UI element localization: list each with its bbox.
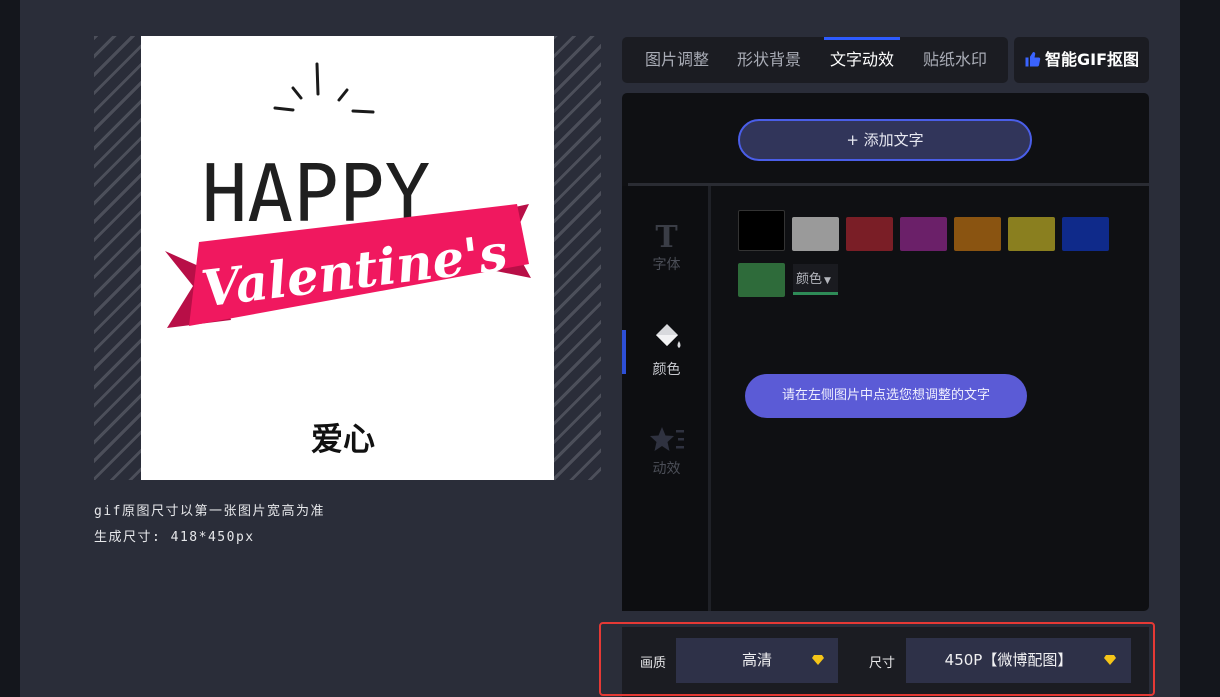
active-indicator — [622, 330, 626, 374]
valentine-image: HAPPY Valentine's 爱心 — [165, 62, 531, 458]
color-swatch[interactable] — [954, 217, 1001, 251]
star-icon — [649, 427, 684, 451]
font-icon: T — [655, 220, 678, 255]
side-item-color-label: 颜色 — [652, 362, 681, 378]
output-size: 生成尺寸: 418*450px — [94, 530, 255, 545]
color-dropdown[interactable]: 颜色 ▼ — [793, 264, 838, 295]
side-item-animation-label: 动效 — [652, 461, 681, 477]
highlight-box — [599, 622, 1155, 696]
side-item-color[interactable]: 颜色 — [622, 321, 711, 379]
color-swatch[interactable] — [1062, 217, 1109, 251]
color-swatch[interactable] — [738, 210, 785, 251]
color-swatch[interactable] — [1008, 217, 1055, 251]
color-swatch[interactable] — [738, 263, 785, 297]
paint-bucket-icon — [655, 324, 680, 348]
side-menu: T 字体 颜色 动效 — [622, 186, 711, 611]
add-text-button[interactable]: + 添加文字 — [738, 119, 1032, 161]
editor-tabs: 图片调整 形状背景 文字动效 贴纸水印 — [622, 37, 1008, 83]
side-item-font-label: 字体 — [652, 257, 681, 273]
color-swatch[interactable] — [792, 217, 839, 251]
thumbs-up-icon — [1025, 52, 1041, 67]
aixin-text[interactable]: 爱心 — [311, 420, 375, 458]
size-note: gif原图尺寸以第一张图片宽高为准 — [94, 504, 325, 519]
rays-decoration — [273, 62, 375, 114]
tab-shape-background[interactable]: 形状背景 — [722, 37, 816, 83]
tab-image-adjust[interactable]: 图片调整 — [630, 37, 724, 83]
color-dropdown-label: 颜色 — [796, 272, 823, 287]
color-swatch[interactable] — [846, 217, 893, 251]
tab-sticker-watermark[interactable]: 贴纸水印 — [908, 37, 1002, 83]
hint-toast: 请在左侧图片中点选您想调整的文字 — [745, 374, 1027, 418]
caret-down-icon: ▼ — [824, 276, 831, 286]
smart-gif-cutout-button[interactable]: 智能GIF抠图 — [1014, 37, 1149, 83]
color-swatch[interactable] — [900, 217, 947, 251]
side-item-animation[interactable]: 动效 — [622, 426, 711, 478]
preview-canvas[interactable]: HAPPY Valentine's 爱心 — [141, 36, 554, 480]
tab-text-effects[interactable]: 文字动效 — [824, 37, 900, 83]
side-item-font[interactable]: T 字体 — [622, 222, 711, 274]
smart-gif-label: 智能GIF抠图 — [1044, 50, 1140, 69]
